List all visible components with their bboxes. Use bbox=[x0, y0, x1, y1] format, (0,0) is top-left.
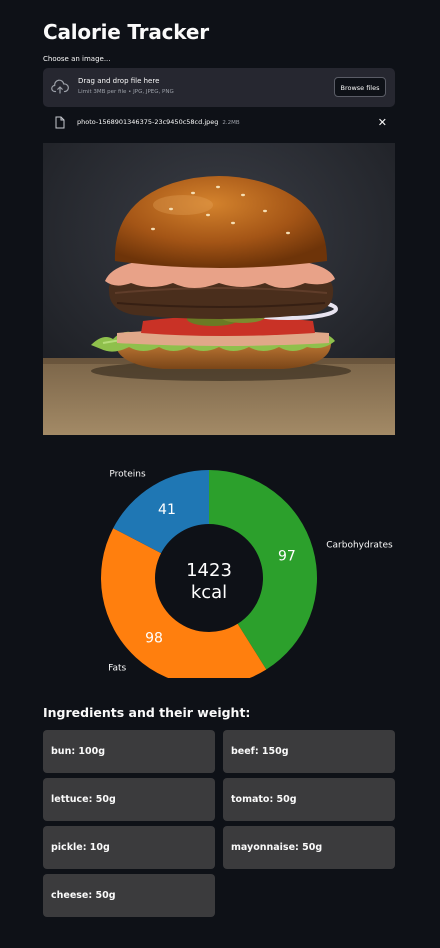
uploaded-file-row: photo-1568901346375-23c9450c58cd.jpeg 2.2… bbox=[43, 114, 395, 132]
drop-limit-text: Limit 3MB per file • JPG, JPEG, PNG bbox=[78, 89, 174, 95]
ingredient-card: cheese: 50g bbox=[43, 874, 215, 917]
file-name-line: photo-1568901346375-23c9450c58cd.jpeg 2.2… bbox=[77, 118, 240, 126]
ingredient-card: beef: 150g bbox=[223, 730, 395, 773]
close-icon[interactable]: ✕ bbox=[378, 116, 387, 130]
app-page: Calorie Tracker Choose an image... Drag … bbox=[0, 0, 440, 948]
slice-category-label: Carbohydrates bbox=[326, 540, 393, 550]
ingredient-card: pickle: 10g bbox=[43, 826, 215, 869]
burger-photo bbox=[43, 143, 395, 435]
ingredient-card: mayonnaise: 50g bbox=[223, 826, 395, 869]
slice-category-label: Proteins bbox=[109, 470, 146, 480]
ingredient-card: lettuce: 50g bbox=[43, 778, 215, 821]
slice-value-label: 41 bbox=[158, 502, 176, 518]
ingredient-card: bun: 100g bbox=[43, 730, 215, 773]
file-icon bbox=[55, 116, 65, 129]
ingredients-title: Ingredients and their weight: bbox=[43, 705, 251, 720]
slice-value-label: 98 bbox=[145, 631, 163, 647]
uploader-label: Choose an image... bbox=[43, 55, 111, 63]
file-dropzone[interactable]: Drag and drop file here Limit 3MB per fi… bbox=[43, 68, 395, 107]
file-size: 2.2MB bbox=[222, 120, 240, 126]
slice-category-label: Fats bbox=[108, 664, 126, 674]
burger-image bbox=[43, 143, 395, 435]
slice-value-label: 97 bbox=[278, 549, 296, 565]
page-title: Calorie Tracker bbox=[43, 20, 209, 44]
center-total-value: 1423 bbox=[186, 560, 232, 581]
file-name: photo-1568901346375-23c9450c58cd.jpeg bbox=[77, 118, 219, 126]
macros-donut-chart: 97 Carbohydrates 98 Fats 41 Proteins 1423 kcal bbox=[43, 448, 395, 686]
cloud-upload-icon bbox=[51, 79, 69, 94]
donut-svg: 97 Carbohydrates 98 Fats 41 Proteins 1423kcal bbox=[100, 470, 393, 686]
ingredient-card: tomato: 50g bbox=[223, 778, 395, 821]
browse-files-button[interactable]: Browse files bbox=[334, 77, 386, 97]
center-unit-label: kcal bbox=[191, 582, 227, 603]
drop-text: Drag and drop file here bbox=[78, 77, 160, 85]
donut-slice-fats bbox=[100, 528, 267, 686]
